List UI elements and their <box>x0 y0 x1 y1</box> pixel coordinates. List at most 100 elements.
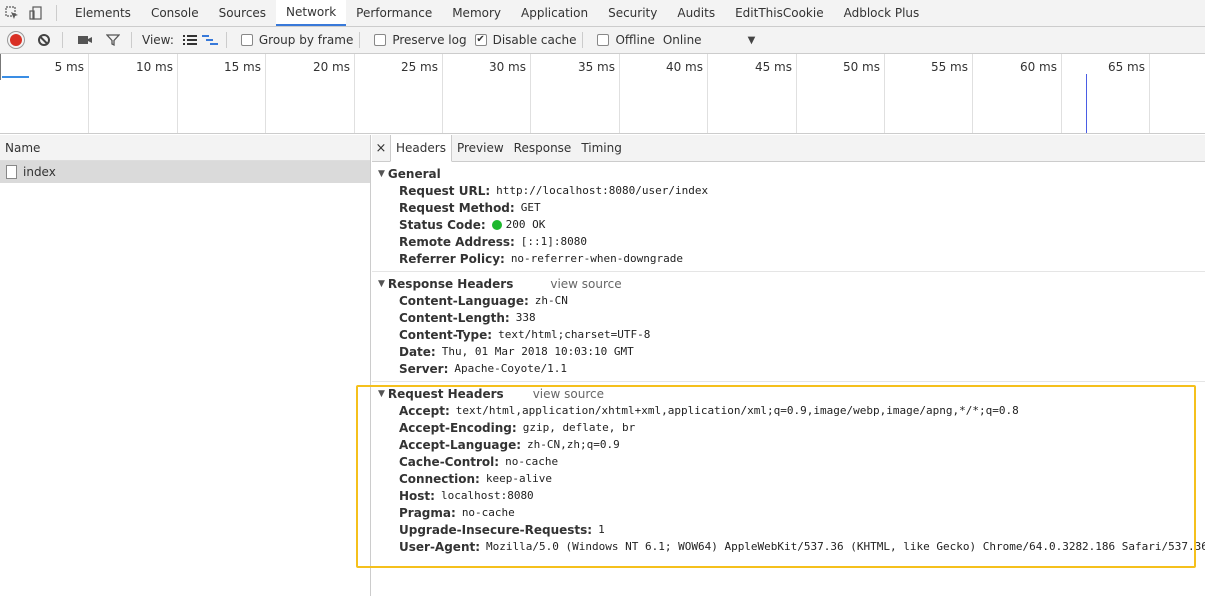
response-headers-section: ▼ Response Headers view source Content-L… <box>372 272 1205 382</box>
header-row: Content-Length: 338 <box>372 309 1205 326</box>
header-row: Cache-Control: no-cache <box>372 453 1205 470</box>
tab-editthiscookie[interactable]: EditThisCookie <box>725 0 834 26</box>
tab-network[interactable]: Network <box>276 0 347 26</box>
header-key: Content-Language: <box>399 293 529 308</box>
timeline-tick-label: 65 ms <box>1107 60 1145 74</box>
timeline-tick-label: 55 ms <box>930 60 968 74</box>
tab-headers[interactable]: Headers <box>390 135 452 162</box>
header-key: Remote Address: <box>399 234 515 249</box>
device-toolbar-icon[interactable] <box>24 0 48 26</box>
disable-cache-checkbox[interactable]: ✔ Disable cache <box>474 33 577 47</box>
header-row: Date: Thu, 01 Mar 2018 10:03:10 GMT <box>372 343 1205 360</box>
tab-elements[interactable]: Elements <box>65 0 141 26</box>
header-value: text/html;charset=UTF-8 <box>498 328 651 341</box>
disable-cache-label: Disable cache <box>492 33 577 47</box>
header-row: Server: Apache-Coyote/1.1 <box>372 360 1205 377</box>
timeline-tick-label: 35 ms <box>577 60 615 74</box>
header-key: Pragma: <box>399 505 456 520</box>
timeline-gridline <box>1149 54 1150 133</box>
header-key: Request URL: <box>399 183 491 198</box>
header-row: Remote Address: [::1]:8080 <box>372 233 1205 250</box>
dropdown-arrow-icon: ▼ <box>747 34 756 46</box>
tab-memory[interactable]: Memory <box>442 0 511 26</box>
tab-security[interactable]: Security <box>598 0 667 26</box>
close-icon[interactable]: × <box>372 135 390 161</box>
tab-timing[interactable]: Timing <box>576 135 627 161</box>
tab-audits[interactable]: Audits <box>667 0 725 26</box>
name-column-header[interactable]: Name <box>0 135 370 161</box>
timeline-gridline <box>884 54 885 133</box>
header-key: Cache-Control: <box>399 454 500 469</box>
header-row: Upgrade-Insecure-Requests: 1 <box>372 521 1205 538</box>
request-headers-section: ▼ Request Headers view source Accept: tex… <box>372 382 1205 559</box>
tab-sources[interactable]: Sources <box>209 0 276 26</box>
record-button[interactable] <box>4 30 28 50</box>
record-icon <box>10 34 22 46</box>
header-row: Host: localhost:8080 <box>372 487 1205 504</box>
waterfall-icon <box>201 35 218 45</box>
header-value: no-cache <box>461 506 515 519</box>
filter-button[interactable] <box>101 30 125 50</box>
header-row: Accept-Language: zh-CN,zh;q=0.9 <box>372 436 1205 453</box>
timeline-tick-label: 25 ms <box>400 60 438 74</box>
header-row: Request URL: http://localhost:8080/user/i… <box>372 182 1205 199</box>
header-row: Accept: text/html,application/xhtml+xml,a… <box>372 402 1205 419</box>
general-section-toggle[interactable]: ▼ General <box>372 165 1205 182</box>
tab-preview[interactable]: Preview <box>452 135 509 161</box>
header-key: Request Method: <box>399 200 515 215</box>
timeline-overview[interactable]: 5 ms 10 ms 15 ms 20 ms 25 ms 30 ms 35 ms 40 ms 4… <box>0 54 1205 134</box>
header-key: Content-Type: <box>399 327 493 342</box>
header-row: User-Agent: Mozilla/5.0 (Windows NT 6.1; … <box>372 538 1205 555</box>
offline-checkbox[interactable]: Offline <box>597 33 655 47</box>
request-headers-toggle[interactable]: ▼ Request Headers view source <box>372 385 1205 402</box>
screenshots-button[interactable] <box>73 30 97 50</box>
offline-label: Offline <box>615 33 655 47</box>
header-key: User-Agent: <box>399 539 481 554</box>
throttling-value: Online <box>662 33 702 47</box>
timeline-gridline <box>619 54 620 133</box>
inspect-element-icon[interactable] <box>0 0 24 26</box>
request-row-index[interactable]: index <box>0 161 370 183</box>
checkmark-icon: ✔ <box>474 34 487 46</box>
tab-response[interactable]: Response <box>509 135 577 161</box>
toolbar-divider <box>582 32 584 48</box>
checkbox-box <box>597 34 610 46</box>
response-headers-toggle[interactable]: ▼ Response Headers view source <box>372 275 1205 292</box>
filter-icon <box>106 34 120 47</box>
group-by-frame-checkbox[interactable]: Group by frame <box>240 33 353 47</box>
toolbar-divider <box>131 32 132 48</box>
throttling-select[interactable]: Online ▼ <box>663 33 755 47</box>
toolbar-divider <box>225 32 227 48</box>
tab-console[interactable]: Console <box>141 0 209 26</box>
network-toolbar: View: Group by frame Preserve log ✔ Disab… <box>0 27 1205 54</box>
header-value: no-referrer-when-downgrade <box>510 252 683 265</box>
timeline-window-handle[interactable] <box>0 54 1 80</box>
tab-performance[interactable]: Performance <box>346 0 442 26</box>
response-headers-title: Response Headers <box>387 276 514 291</box>
header-value: keep-alive <box>485 472 553 485</box>
preserve-log-label: Preserve log <box>392 33 467 47</box>
timeline-gridline <box>1061 54 1062 133</box>
checkbox-box <box>374 34 387 46</box>
overview-toggle[interactable] <box>200 34 220 46</box>
timeline-tick-label: 60 ms <box>1019 60 1057 74</box>
toolbar-divider <box>359 32 361 48</box>
view-source-link[interactable]: view source <box>550 277 621 291</box>
general-section: ▼ General Request URL: http://localhost:8… <box>372 162 1205 272</box>
clear-button[interactable] <box>32 30 56 50</box>
header-value: Apache-Coyote/1.1 <box>454 362 567 375</box>
tab-adblock-plus[interactable]: Adblock Plus <box>834 0 930 26</box>
header-key: Connection: <box>399 471 480 486</box>
header-value: 338 <box>515 311 536 324</box>
timeline-tick-label: 5 ms <box>54 60 84 74</box>
tab-application[interactable]: Application <box>511 0 598 26</box>
timeline-tick-label: 20 ms <box>312 60 350 74</box>
header-value: Thu, 01 Mar 2018 10:03:10 GMT <box>441 345 634 358</box>
header-key: Accept-Encoding: <box>399 420 517 435</box>
header-value: Mozilla/5.0 (Windows NT 6.1; WOW64) Appl… <box>486 540 1205 553</box>
large-rows-toggle[interactable] <box>180 34 200 46</box>
request-timing-bar <box>2 76 29 78</box>
preserve-log-checkbox[interactable]: Preserve log <box>374 33 467 47</box>
view-source-link[interactable]: view source <box>533 387 604 401</box>
header-key: Host: <box>399 488 435 503</box>
